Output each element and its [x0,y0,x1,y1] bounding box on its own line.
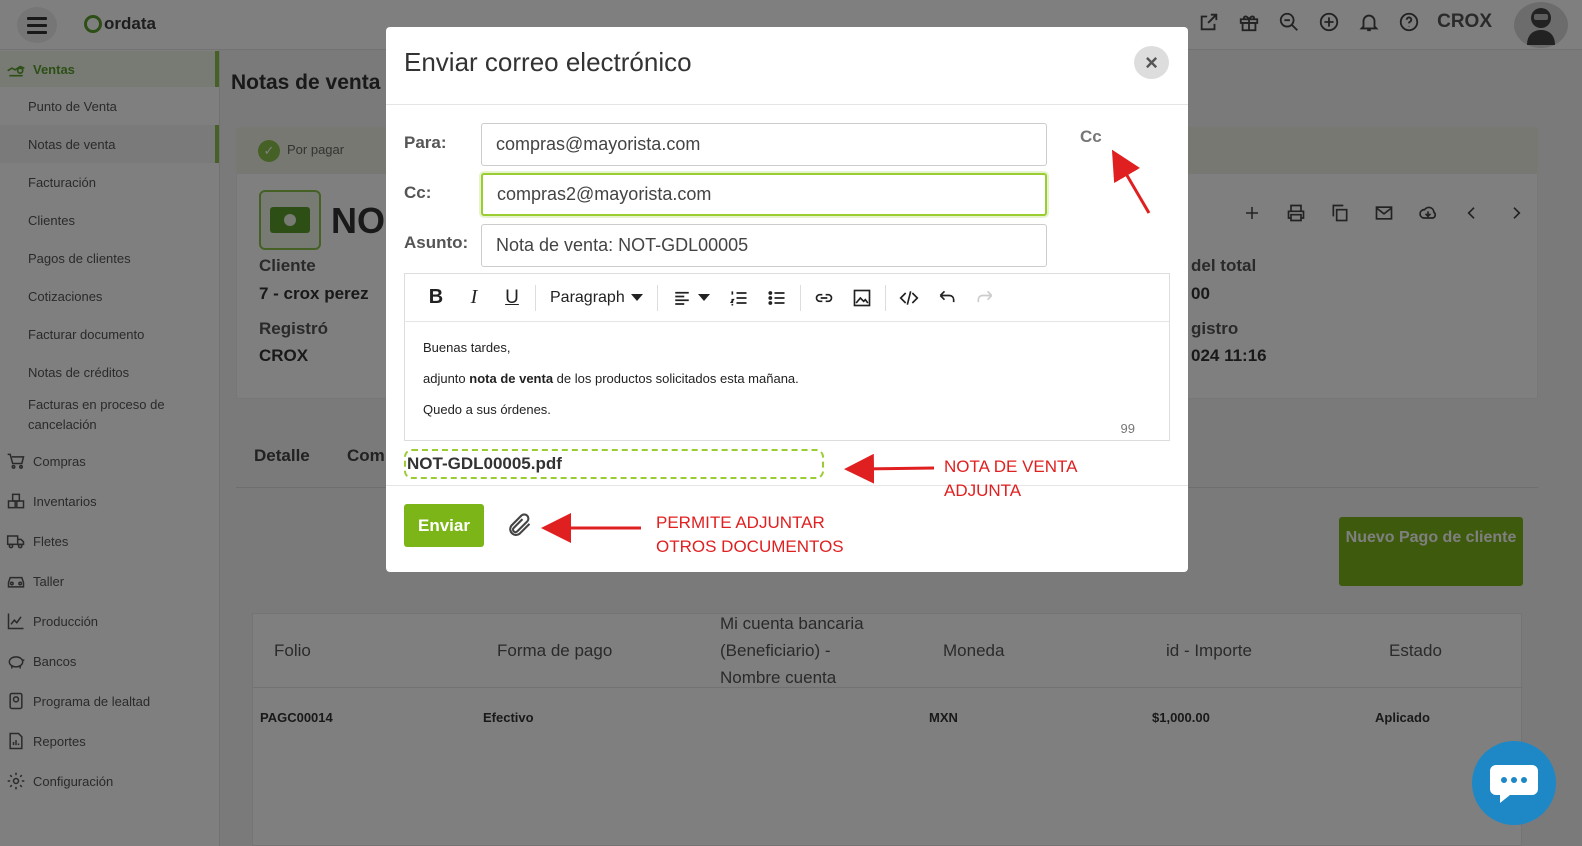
editor-line: Buenas tardes, [423,340,511,355]
to-label: Para: [404,133,447,152]
editor-text: de los productos solicitados esta mañana… [553,371,799,386]
align-select[interactable] [662,282,720,314]
toolbar-divider [656,284,658,311]
bold-button[interactable]: B [417,282,455,314]
subject-field[interactable] [481,224,1047,267]
redo-icon [977,290,992,302]
modal-title: Enviar correo electrónico [404,47,692,77]
underline-button[interactable]: U [493,282,531,314]
image-button[interactable] [843,282,881,314]
modal-header: Enviar correo electrónico × [386,27,1188,105]
close-button[interactable]: × [1134,46,1169,79]
editor-line: Quedo a sus órdenes. [423,402,551,417]
redo-button[interactable] [966,282,1004,314]
align-left-icon [674,291,689,305]
block-format-select[interactable]: Paragraph [540,282,653,314]
numbered-list-button[interactable] [720,282,758,314]
undo-button[interactable] [928,282,966,314]
editor-line: adjunto nota de venta de los productos s… [423,371,799,387]
close-icon: × [1145,49,1158,75]
source-code-button[interactable] [890,282,928,314]
undo-icon [939,290,955,302]
caret-down-icon [630,294,643,301]
code-icon [899,290,919,305]
toolbar-divider [535,284,536,311]
caret-down-icon [697,294,710,301]
subject-label: Asunto: [404,233,469,252]
cc-toggle-link[interactable]: Cc [1080,127,1102,147]
annotation-attached-note: NOTA DE VENTA ADJUNTA [944,457,1077,500]
editor-bold-text: nota de venta [469,371,554,386]
numbered-list-icon [729,290,747,305]
toolbar-divider [884,284,886,311]
bullet-list-button[interactable] [758,282,796,314]
chat-bubble-icon [1490,765,1538,803]
rich-text-editor: B I U Paragraph Buenas tardes, adjunto n… [404,273,1170,441]
link-button[interactable] [805,282,843,314]
link-icon [815,293,832,302]
to-field[interactable] [481,123,1047,166]
attachment-chip[interactable]: NOT-GDL00005.pdf [404,449,824,479]
block-format-value: Paragraph [550,288,625,306]
send-button[interactable]: Enviar [404,504,484,547]
italic-button[interactable]: I [455,282,493,314]
image-icon [853,289,871,306]
annotation-attach-more-note: PERMITE ADJUNTAR OTROS DOCUMENTOS [656,513,844,556]
paperclip-icon[interactable] [505,511,533,539]
editor-toolbar: B I U Paragraph [405,274,1169,322]
chat-widget-button[interactable] [1472,741,1556,825]
toolbar-divider [799,284,801,311]
cc-field[interactable] [481,173,1047,216]
cc-label: Cc: [404,183,432,202]
bullet-list-icon [768,290,785,305]
word-count: 99 [1120,421,1135,436]
editor-content[interactable]: Buenas tardes, adjunto nota de venta de … [423,340,799,433]
editor-text: adjunto [423,371,470,386]
